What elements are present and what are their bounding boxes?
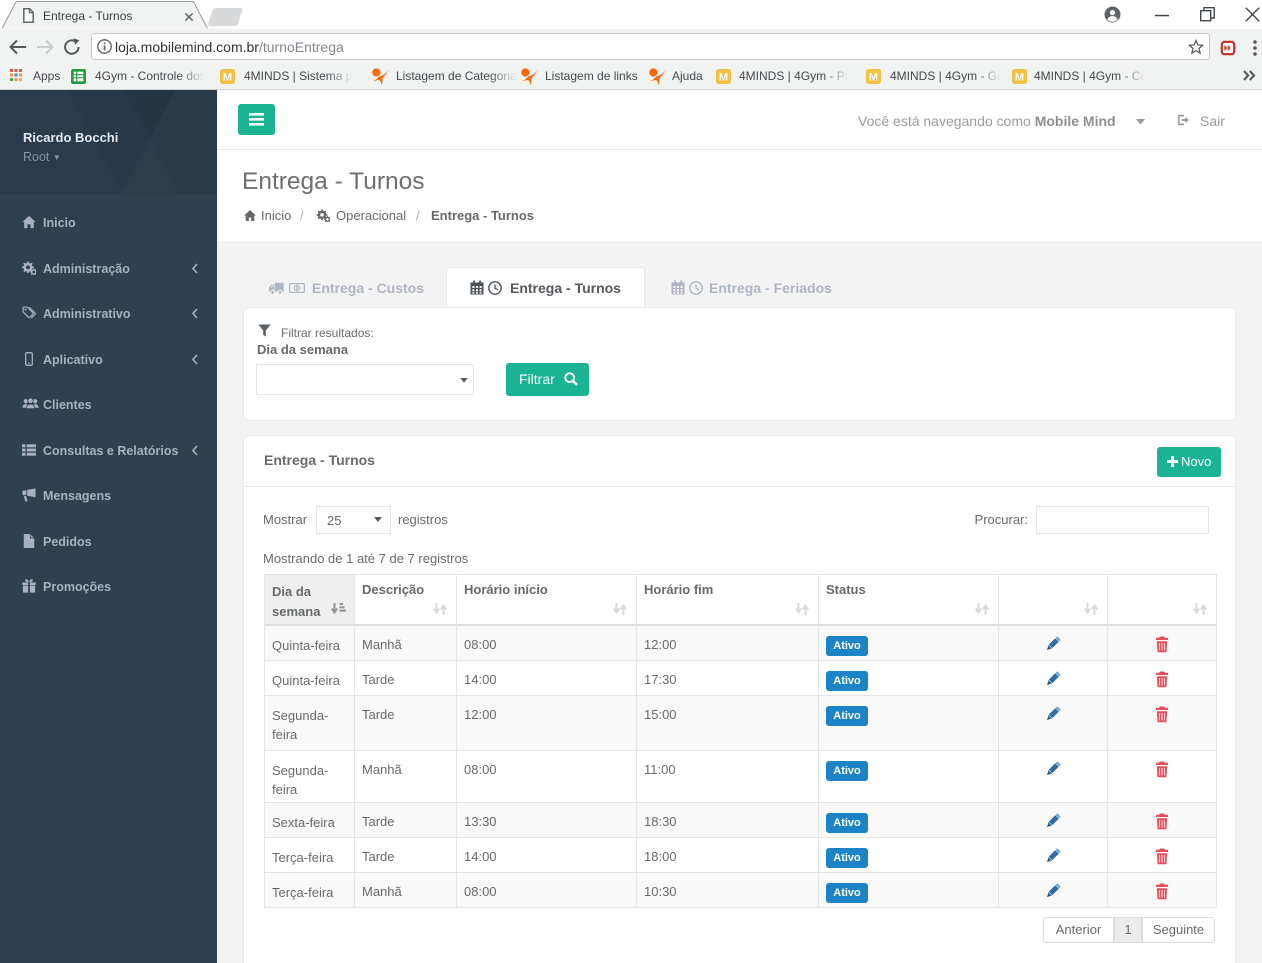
- svg-text:M: M: [869, 71, 878, 83]
- svg-text:M: M: [223, 71, 232, 83]
- svg-text:M: M: [1015, 71, 1024, 83]
- svg-text:M: M: [719, 71, 728, 83]
